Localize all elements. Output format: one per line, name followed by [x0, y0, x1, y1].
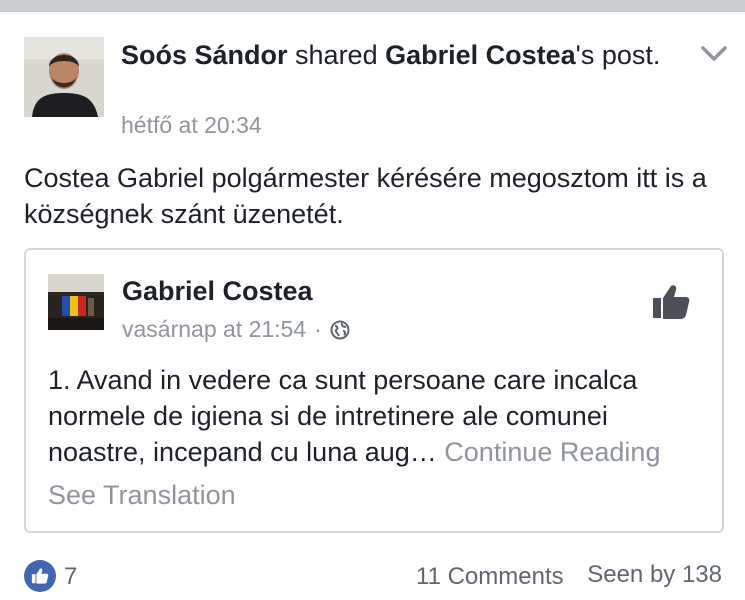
top-divider — [0, 0, 745, 12]
like-icon[interactable] — [24, 560, 56, 592]
author-name[interactable]: Soós Sándor — [121, 40, 288, 70]
post-header: Soós Sándor shared Gabriel Costea's post… — [121, 38, 681, 72]
shared-post-timestamp[interactable]: vasárnap at 21:54 — [122, 316, 306, 343]
post-timestamp[interactable]: hétfő at 20:34 — [121, 112, 262, 139]
shared-text: shared — [287, 40, 386, 70]
shared-author-avatar[interactable] — [48, 274, 104, 330]
post-message: Costea Gabriel polgármester kérésére meg… — [24, 163, 707, 229]
continue-reading-link[interactable]: Continue Reading — [444, 437, 660, 467]
post-footer: 7 11 Comments Seen by 138 — [24, 560, 724, 592]
seen-count[interactable]: Seen by 138 — [587, 561, 722, 589]
shared-post-card[interactable]: Gabriel Costea vasárnap at 21:54 · 1. Av… — [24, 248, 724, 533]
author-avatar[interactable] — [24, 37, 104, 117]
shared-author-name[interactable]: Gabriel Costea — [122, 276, 313, 307]
comments-count[interactable]: 11 Comments — [416, 563, 564, 591]
thumbs-up-icon[interactable] — [651, 282, 691, 322]
globe-icon — [330, 320, 350, 339]
chevron-down-icon[interactable] — [700, 42, 728, 66]
see-translation-link[interactable]: See Translation — [48, 480, 236, 511]
meta-separator: · — [314, 316, 322, 342]
shared-post-meta: vasárnap at 21:54 · — [122, 316, 350, 343]
shared-post-body: 1. Avand in vedere ca sunt persoane care… — [48, 362, 708, 470]
like-count[interactable]: 7 — [64, 563, 77, 591]
post-suffix: 's post. — [575, 40, 661, 70]
original-author-name[interactable]: Gabriel Costea — [385, 40, 576, 70]
